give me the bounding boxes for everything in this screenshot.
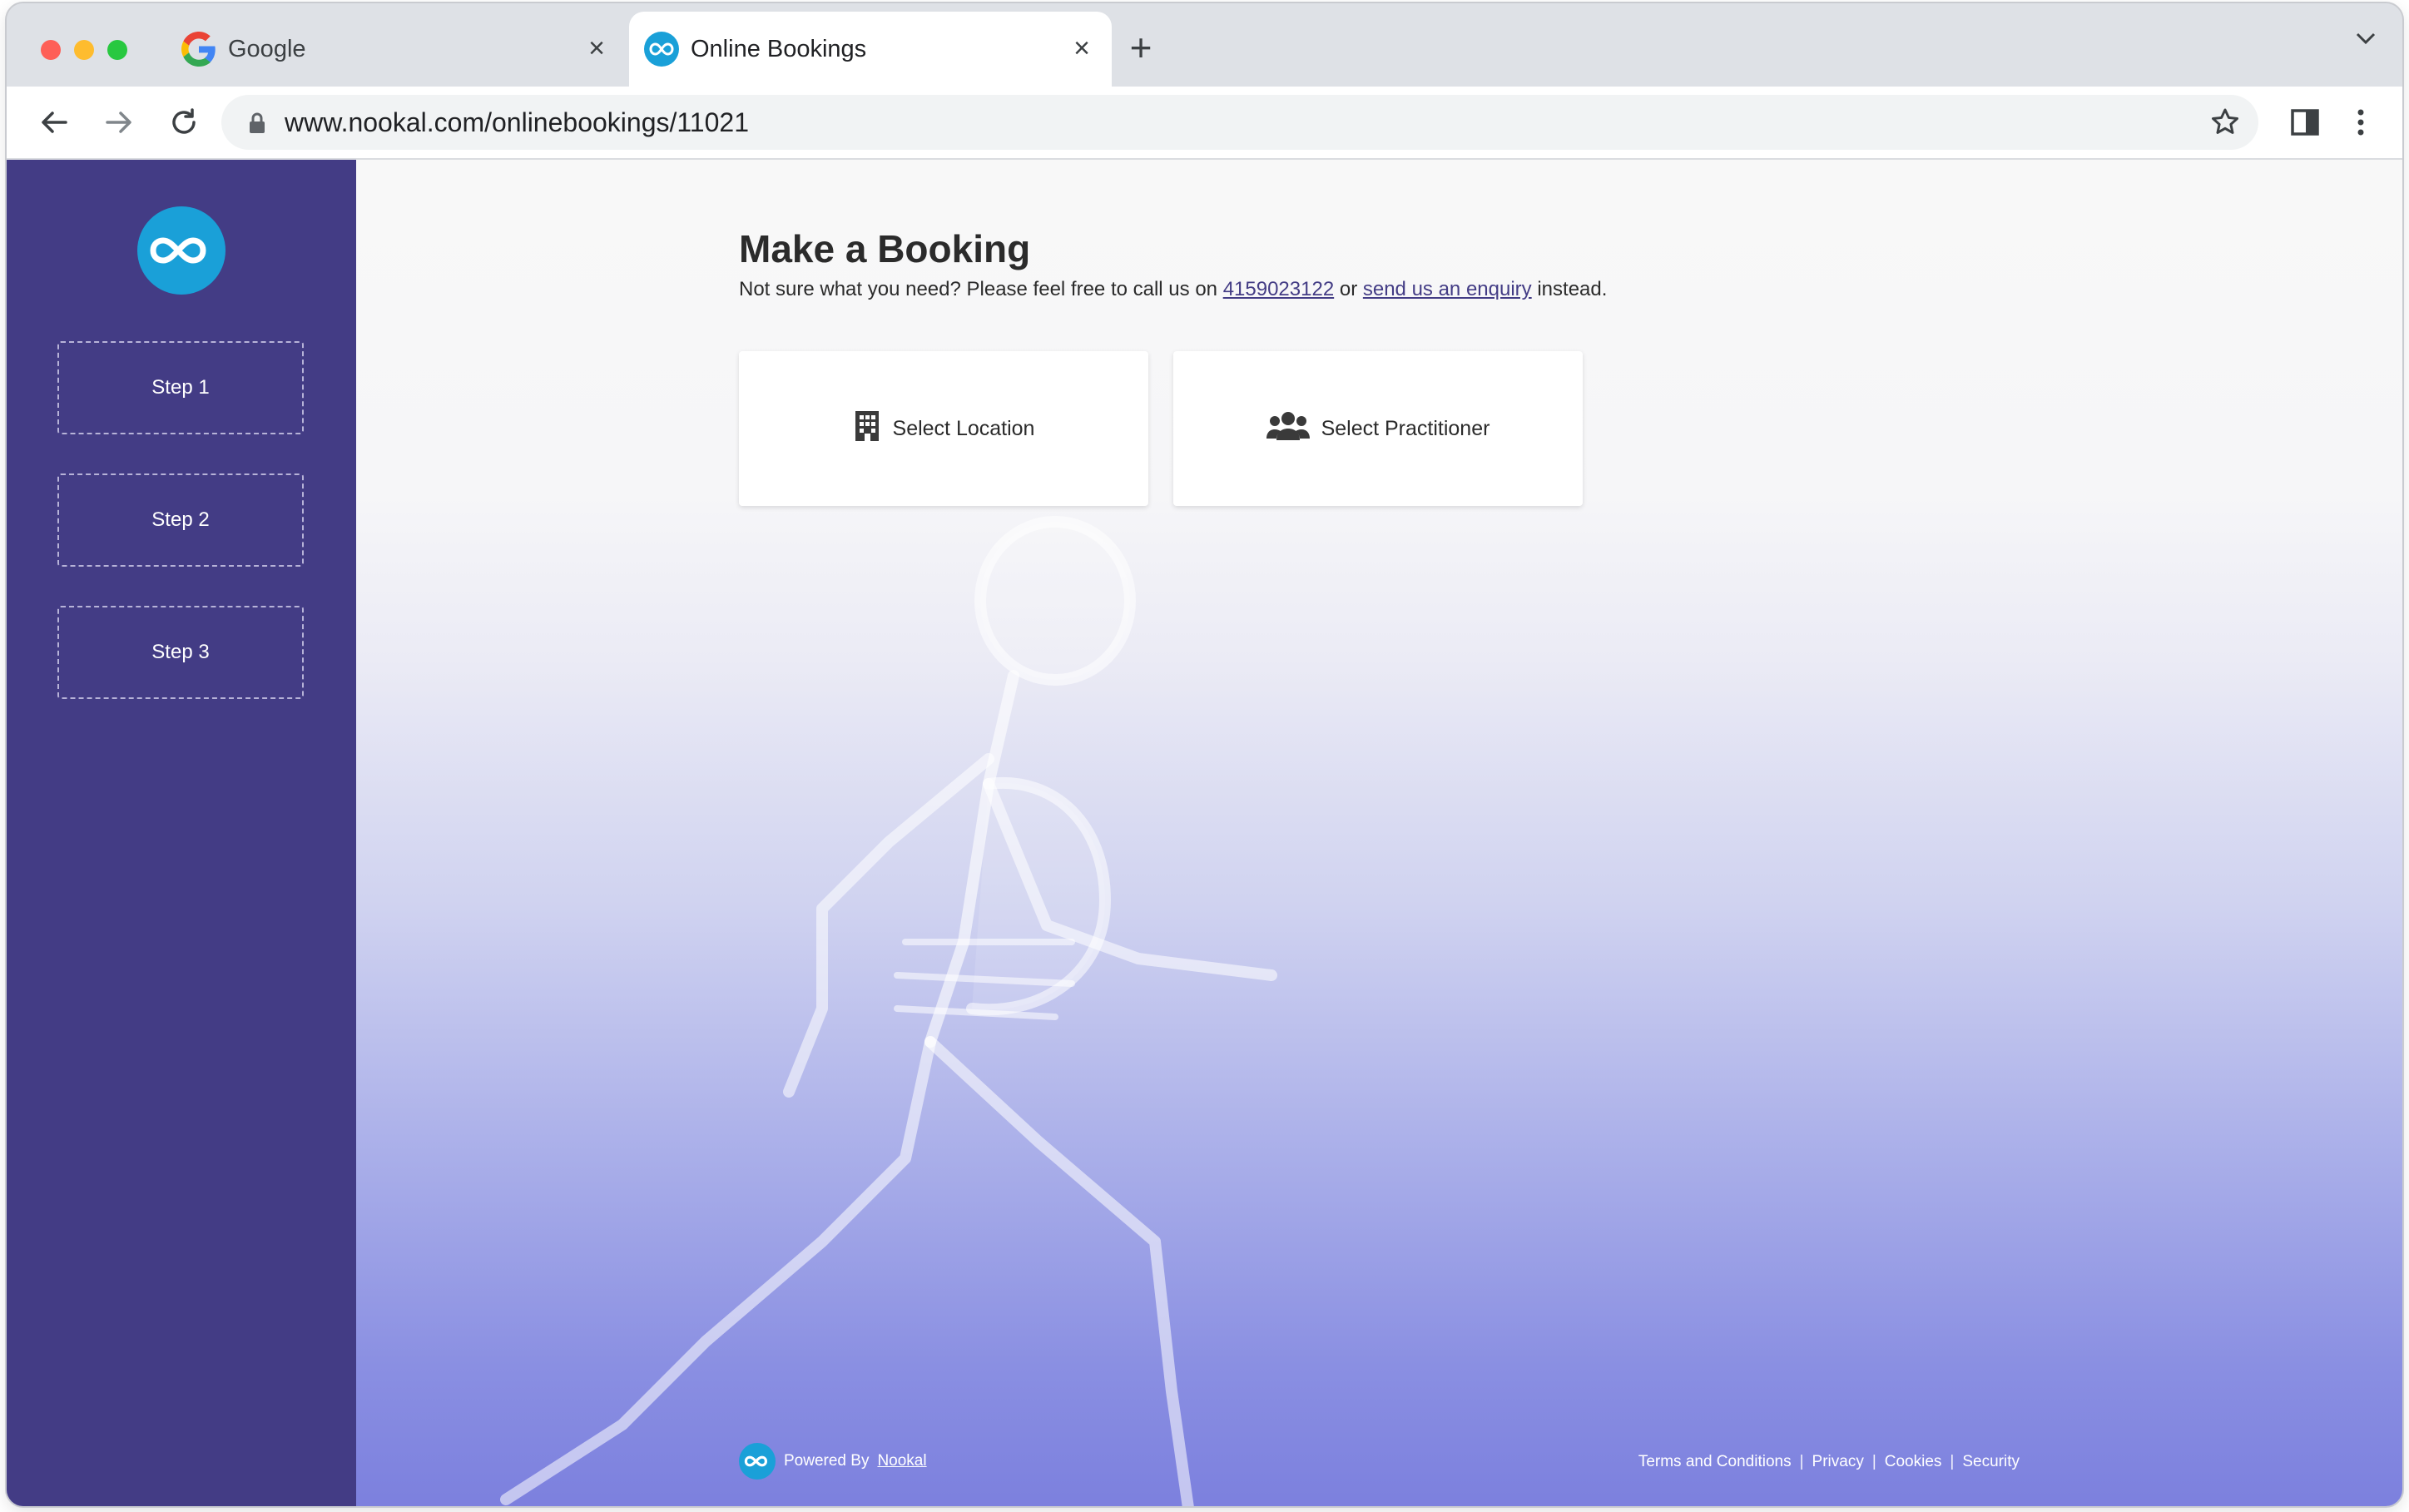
side-panel-icon[interactable] — [2284, 102, 2326, 143]
tab-strip: Google × Online Bookings × + — [7, 3, 2402, 87]
close-tab-icon[interactable]: × — [582, 32, 612, 64]
browser-window: Google × Online Bookings × + www.nookal.… — [7, 3, 2402, 1506]
powered-by-text: Powered By — [784, 1452, 870, 1470]
tab-title: Google — [228, 36, 306, 62]
reload-icon[interactable] — [163, 102, 205, 143]
forward-arrow-icon[interactable] — [98, 102, 140, 143]
select-location-label: Select Location — [892, 416, 1035, 440]
minimize-window-button[interactable] — [74, 40, 94, 60]
users-icon — [1266, 410, 1310, 448]
tab-search-chevron-icon[interactable] — [2349, 22, 2382, 55]
running-skeleton-illustration — [500, 516, 1277, 1506]
cookies-link[interactable]: Cookies — [1885, 1453, 1942, 1471]
terms-link[interactable]: Terms and Conditions — [1638, 1453, 1792, 1471]
tab-title: Online Bookings — [691, 36, 867, 62]
tab-google[interactable]: Google × — [166, 12, 627, 87]
footer-separator: | — [1950, 1453, 1955, 1470]
building-icon — [853, 409, 881, 449]
footer-links: Terms and Conditions | Privacy | Cookies… — [1638, 1453, 2020, 1471]
select-practitioner-label: Select Practitioner — [1321, 416, 1490, 440]
back-arrow-icon[interactable] — [33, 102, 75, 143]
help-text-prefix: Not sure what you need? Please feel free… — [739, 278, 1218, 300]
maximize-window-button[interactable] — [107, 40, 127, 60]
footer-separator: | — [1871, 1453, 1876, 1470]
page-title: Make a Booking — [739, 227, 1031, 270]
step-1-box: Step 1 — [57, 341, 304, 434]
page-content: Step 1 Step 2 Step 3 Make a Booking Not … — [7, 160, 2402, 1506]
help-text-suffix: instead. — [1537, 278, 1608, 300]
select-location-card[interactable]: Select Location — [739, 351, 1148, 506]
nookal-infinity-icon — [739, 1443, 776, 1480]
nookal-infinity-icon — [644, 32, 679, 67]
close-tab-icon[interactable]: × — [1067, 32, 1097, 64]
more-menu-icon[interactable] — [2340, 102, 2382, 143]
main-area: Make a Booking Not sure what you need? P… — [356, 160, 2402, 1506]
security-link[interactable]: Security — [1962, 1453, 2020, 1471]
step-2-box: Step 2 — [57, 473, 304, 567]
new-tab-button[interactable]: + — [1122, 26, 1160, 69]
powered-by: Powered By Nookal — [739, 1443, 927, 1480]
phone-link[interactable]: 4159023122 — [1223, 278, 1334, 300]
booking-sidebar: Step 1 Step 2 Step 3 — [7, 160, 356, 1506]
url-text[interactable]: www.nookal.com/onlinebookings/11021 — [285, 95, 749, 150]
enquiry-link[interactable]: send us an enquiry — [1363, 278, 1532, 300]
close-window-button[interactable] — [41, 40, 61, 60]
select-practitioner-card[interactable]: Select Practitioner — [1173, 351, 1583, 506]
browser-toolbar: www.nookal.com/onlinebookings/11021 — [7, 87, 2402, 160]
footer-separator: | — [1799, 1453, 1804, 1470]
help-text: Not sure what you need? Please feel free… — [739, 278, 1607, 301]
google-g-icon — [181, 32, 216, 67]
help-text-or: or — [1339, 278, 1358, 300]
nookal-link[interactable]: Nookal — [877, 1452, 926, 1470]
address-bar[interactable]: www.nookal.com/onlinebookings/11021 — [221, 95, 2258, 150]
bookmark-star-icon[interactable] — [2208, 106, 2242, 143]
nookal-logo[interactable] — [137, 206, 226, 295]
lock-icon[interactable] — [248, 112, 266, 138]
step-3-box: Step 3 — [57, 606, 304, 699]
privacy-link[interactable]: Privacy — [1812, 1453, 1864, 1471]
tab-online-bookings[interactable]: Online Bookings × — [629, 12, 1112, 87]
